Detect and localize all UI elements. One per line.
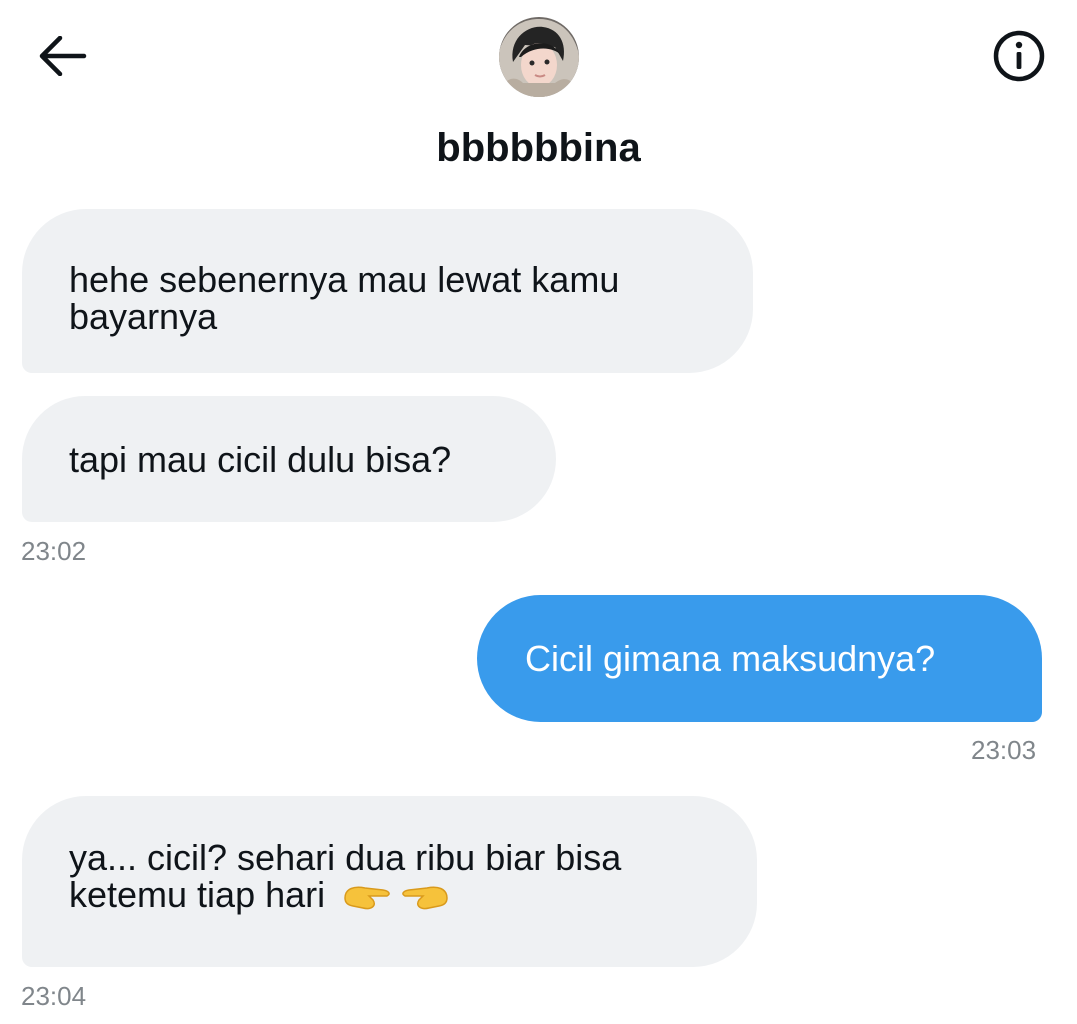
message-text: Cicil gimana maksudnya? [525, 638, 936, 679]
message-timestamp: 23:02 [21, 536, 87, 566]
message-timestamp: 23:03 [971, 735, 1037, 765]
message-timestamp: 23:04 [21, 981, 87, 1011]
incoming-message-bubble[interactable]: tapi mau cicil dulu bisa? [22, 396, 556, 522]
info-button[interactable] [987, 26, 1051, 86]
pointing-fingers-emoji [341, 876, 451, 918]
outgoing-message-bubble[interactable]: Cicil gimana maksudnya? [477, 595, 1042, 722]
incoming-message-bubble[interactable]: ya... cicil? sehari dua ribu biar bisa k… [22, 796, 757, 967]
message-text: tapi mau cicil dulu bisa? [69, 439, 452, 480]
avatar[interactable] [499, 17, 579, 97]
incoming-message-bubble[interactable]: hehe sebenernya mau lewat kamu bayarnya [22, 209, 753, 373]
back-button[interactable] [30, 26, 94, 86]
info-circle-icon [993, 30, 1045, 82]
message-text: hehe sebenernya mau lewat kamu bayarnya [69, 259, 620, 337]
conversation-username: bbbbbbina [436, 126, 641, 170]
arrow-left-icon [39, 36, 87, 76]
avatar-image [499, 17, 579, 97]
